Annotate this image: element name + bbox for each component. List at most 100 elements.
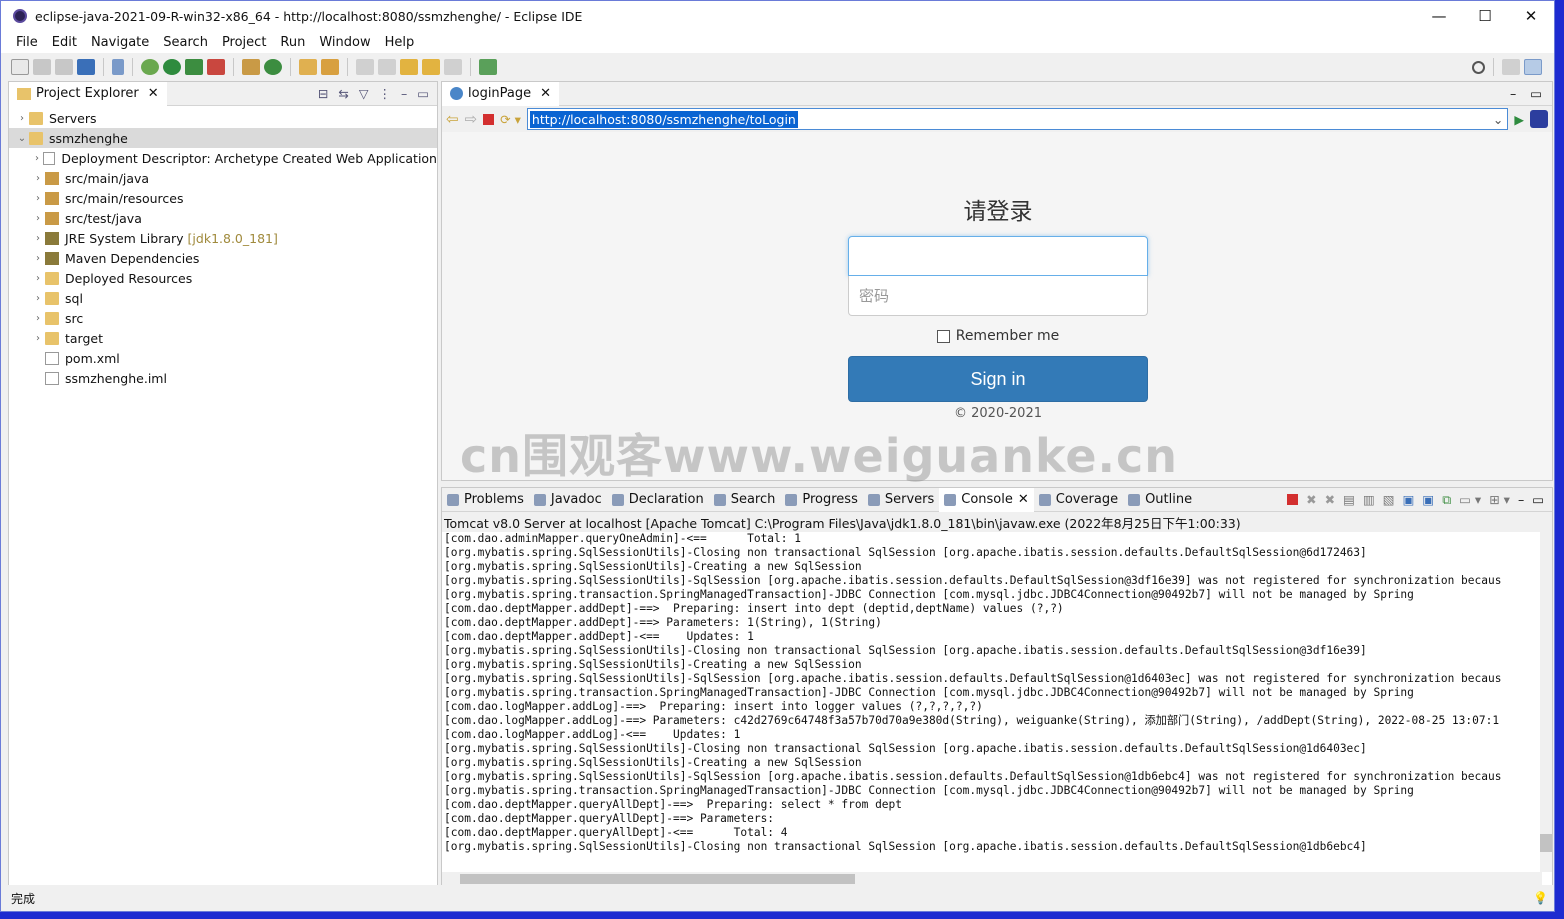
- tree-item[interactable]: ⌄ ssmzhenghe: [9, 128, 437, 148]
- next-annotation-icon[interactable]: [356, 59, 374, 75]
- menu-window[interactable]: Window: [312, 35, 377, 50]
- minimize-view-icon[interactable]: –: [401, 86, 407, 101]
- url-input[interactable]: http://localhost:8080/ssmzhenghe/toLogin…: [526, 108, 1509, 130]
- eclipse-browser-icon[interactable]: [1530, 110, 1548, 128]
- show-on-error-icon[interactable]: ▣: [1422, 492, 1434, 507]
- menu-search[interactable]: Search: [156, 35, 215, 50]
- tab-servers[interactable]: Servers: [863, 488, 939, 512]
- coverage-icon[interactable]: [185, 59, 203, 75]
- back-icon[interactable]: [422, 59, 440, 75]
- external-tools-icon[interactable]: [207, 59, 225, 75]
- close-tab-icon[interactable]: ✕: [1018, 492, 1029, 507]
- view-menu-icon[interactable]: ⋮: [378, 86, 391, 101]
- scroll-lock-icon[interactable]: ▥: [1363, 492, 1375, 507]
- tree-item[interactable]: › Deployment Descriptor: Archetype Create…: [9, 148, 437, 168]
- username-input[interactable]: [848, 236, 1148, 276]
- new-icon[interactable]: [11, 59, 29, 75]
- collapse-all-icon[interactable]: ⊟: [318, 86, 328, 101]
- tree-item[interactable]: ssmzhenghe.iml: [9, 368, 437, 388]
- collapsed-chevron-icon[interactable]: ›: [31, 253, 45, 264]
- new-package-icon[interactable]: [242, 59, 260, 75]
- show-on-output-icon[interactable]: ▣: [1403, 492, 1415, 507]
- tab-declaration[interactable]: Declaration: [607, 488, 709, 512]
- tree-item[interactable]: › src: [9, 308, 437, 328]
- run-icon[interactable]: [163, 59, 181, 75]
- minimize-view-icon[interactable]: –: [1518, 492, 1524, 507]
- tab-problems[interactable]: Problems: [442, 488, 529, 512]
- collapsed-chevron-icon[interactable]: ›: [31, 273, 45, 284]
- terminal-icon[interactable]: [77, 59, 95, 75]
- close-tab-icon[interactable]: ✕: [540, 86, 551, 101]
- java-ee-perspective-icon[interactable]: [1524, 59, 1542, 75]
- tab-console[interactable]: Console ✕: [939, 487, 1034, 512]
- search-icon[interactable]: [1472, 60, 1485, 74]
- collapsed-chevron-icon[interactable]: ›: [31, 293, 45, 304]
- menu-edit[interactable]: Edit: [45, 35, 84, 50]
- remove-all-icon[interactable]: ✖: [1325, 492, 1335, 507]
- menu-run[interactable]: Run: [273, 35, 312, 50]
- display-console-icon[interactable]: ▭ ▾: [1459, 492, 1481, 507]
- go-icon[interactable]: ▶: [1514, 112, 1524, 127]
- open-type-icon[interactable]: [299, 59, 317, 75]
- filter-icon[interactable]: ▽: [359, 86, 369, 101]
- tab-search[interactable]: Search: [709, 488, 781, 512]
- tree-item[interactable]: › Deployed Resources: [9, 268, 437, 288]
- forward-arrow-icon[interactable]: ⇨: [465, 110, 478, 128]
- tree-item[interactable]: › Maven Dependencies: [9, 248, 437, 268]
- minimize-button[interactable]: —: [1416, 1, 1462, 31]
- maximize-view-icon[interactable]: ▭: [1530, 86, 1542, 101]
- tab-loginpage[interactable]: loginPage ✕: [442, 81, 560, 106]
- stop-icon[interactable]: [483, 113, 495, 125]
- remove-launch-icon[interactable]: ✖: [1306, 492, 1316, 507]
- save-all-icon[interactable]: [55, 59, 73, 75]
- horizontal-scrollbar[interactable]: [442, 872, 1542, 886]
- minimize-view-icon[interactable]: –: [1510, 86, 1516, 101]
- collapsed-chevron-icon[interactable]: ›: [31, 233, 45, 244]
- open-console-icon[interactable]: ⊞ ▾: [1489, 492, 1510, 507]
- pin-editor-icon[interactable]: [479, 59, 497, 75]
- remember-me[interactable]: Remember me: [848, 328, 1148, 344]
- remember-checkbox[interactable]: [936, 329, 950, 343]
- expanded-chevron-icon[interactable]: ⌄: [15, 133, 29, 144]
- menu-project[interactable]: Project: [215, 35, 273, 50]
- forward-icon[interactable]: [444, 59, 462, 75]
- maximize-button[interactable]: ☐: [1462, 1, 1508, 31]
- tree-item[interactable]: › JRE System Library [jdk1.8.0_181]: [9, 228, 437, 248]
- tab-progress[interactable]: Progress: [780, 488, 862, 512]
- tree-item[interactable]: › src/test/java: [9, 208, 437, 228]
- skip-breakpoints-icon[interactable]: [112, 59, 124, 75]
- chevron-down-icon[interactable]: ⌄: [1493, 112, 1507, 127]
- close-button[interactable]: ✕: [1508, 1, 1554, 31]
- lightbulb-icon[interactable]: 💡: [1533, 891, 1548, 905]
- tab-coverage[interactable]: Coverage: [1034, 488, 1123, 512]
- link-editor-icon[interactable]: ⇆: [338, 86, 348, 101]
- tree-item[interactable]: › Servers: [9, 108, 437, 128]
- collapsed-chevron-icon[interactable]: ›: [31, 333, 45, 344]
- menu-help[interactable]: Help: [378, 35, 422, 50]
- tree-item[interactable]: pom.xml: [9, 348, 437, 368]
- refresh-icon[interactable]: ⟳ ▾: [500, 112, 521, 127]
- terminate-icon[interactable]: [1287, 494, 1299, 505]
- close-tab-icon[interactable]: ✕: [148, 86, 159, 101]
- vertical-scrollbar[interactable]: [1540, 532, 1552, 872]
- last-edit-icon[interactable]: [400, 59, 418, 75]
- maximize-view-icon[interactable]: ▭: [417, 86, 429, 101]
- collapsed-chevron-icon[interactable]: ›: [31, 213, 45, 224]
- back-arrow-icon[interactable]: ⇦: [446, 110, 459, 128]
- maximize-view-icon[interactable]: ▭: [1532, 492, 1544, 507]
- collapsed-chevron-icon[interactable]: ›: [15, 113, 29, 124]
- debug-icon[interactable]: [141, 59, 159, 75]
- word-wrap-icon[interactable]: ▧: [1383, 492, 1395, 507]
- clear-console-icon[interactable]: ▤: [1343, 492, 1355, 507]
- collapsed-chevron-icon[interactable]: ›: [31, 153, 43, 164]
- tab-project-explorer[interactable]: Project Explorer ✕: [9, 81, 167, 106]
- prev-annotation-icon[interactable]: [378, 59, 396, 75]
- open-perspective-icon[interactable]: [1502, 59, 1520, 75]
- menu-file[interactable]: File: [9, 35, 45, 50]
- tab-outline[interactable]: Outline: [1123, 488, 1197, 512]
- save-icon[interactable]: [33, 59, 51, 75]
- collapsed-chevron-icon[interactable]: ›: [31, 193, 45, 204]
- scrollbar-thumb[interactable]: [1540, 834, 1552, 852]
- tree-item[interactable]: › src/main/java: [9, 168, 437, 188]
- scrollbar-thumb[interactable]: [460, 874, 855, 884]
